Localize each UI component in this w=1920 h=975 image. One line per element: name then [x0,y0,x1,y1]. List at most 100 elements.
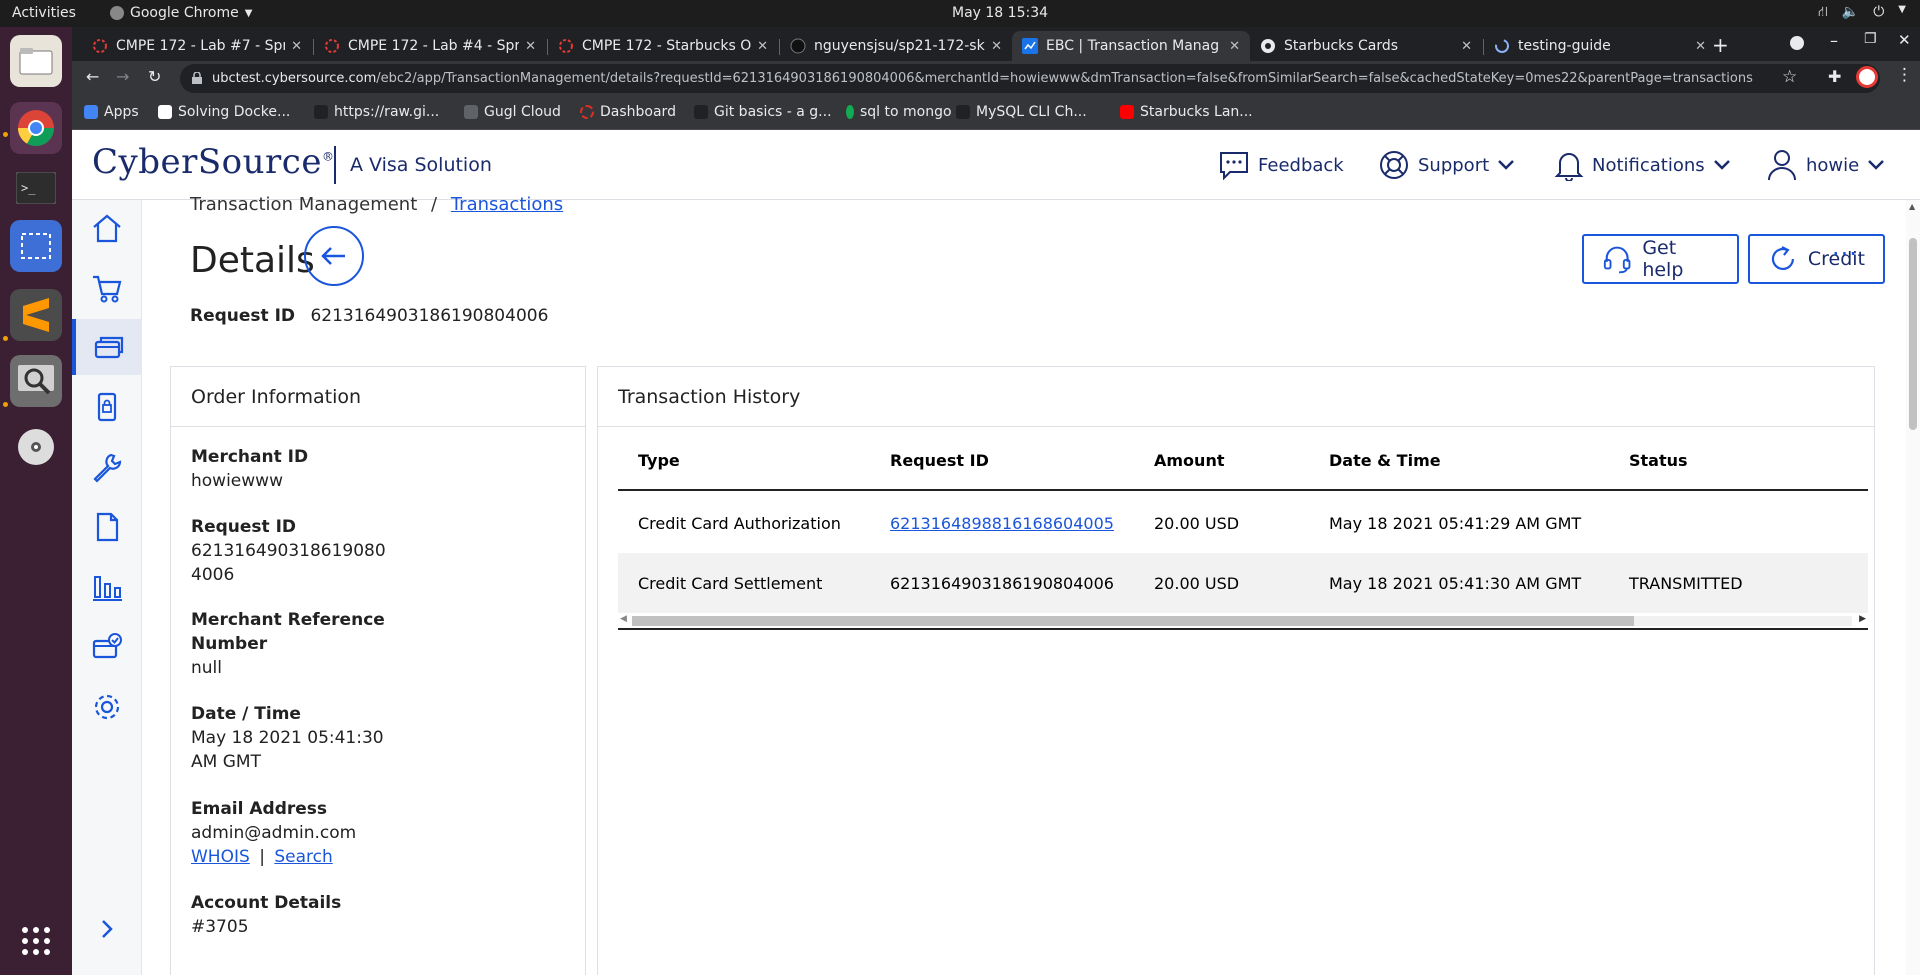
column-header-date-time[interactable]: Date & Time [1329,451,1441,470]
close-tab-icon[interactable]: ✕ [1695,39,1706,54]
tab-lab7[interactable]: CMPE 172 - Lab #7 - Sprin ✕ [82,31,312,61]
field-value: May 18 2021 05:41:30 [191,728,384,748]
bookmark-dashboard[interactable]: Dashboard [580,104,676,120]
cell-date-time: May 18 2021 05:41:30 AM GMT [1329,573,1582,593]
clock[interactable]: May 18 15:34 [952,5,1048,21]
feedback-link[interactable]: Feedback [1218,130,1344,200]
close-tab-icon[interactable]: ✕ [1461,39,1472,54]
tab-starbucks-order[interactable]: CMPE 172 - Starbucks Or ✕ [548,31,778,61]
profile-avatar-icon[interactable] [1856,66,1878,88]
cell-request-id: 6213164903186190804006 [890,573,1114,593]
breadcrumb-transactions-link[interactable]: Transactions [451,194,563,215]
cybersource-logo[interactable]: CyberSource® [92,142,334,182]
scroll-thumb[interactable] [632,616,1634,626]
running-indicator [3,336,8,341]
close-tab-icon[interactable]: ✕ [291,39,302,54]
close-tab-icon[interactable]: ✕ [1229,39,1240,54]
nav-documents[interactable] [72,499,142,555]
back-button[interactable] [304,226,364,286]
scroll-right-icon[interactable]: ▶ [1859,614,1866,624]
column-header-request-id[interactable]: Request ID [890,451,989,470]
tab-ebc-transaction[interactable]: EBC | Transaction Manag ✕ [1012,31,1250,61]
column-header-status[interactable]: Status [1629,451,1688,470]
reload-icon[interactable]: ↻ [148,67,161,86]
activities-button[interactable]: Activities [12,5,76,21]
nav-reports[interactable] [72,559,142,615]
disc-icon[interactable] [10,421,62,473]
nav-payment-security[interactable] [72,379,142,435]
nav-transactions[interactable] [72,319,142,375]
close-window-icon[interactable]: ✕ [1898,31,1911,49]
scroll-left-icon[interactable]: ◀ [620,614,627,624]
bookmark-raw-github[interactable]: https://raw.gi... [314,104,439,120]
forward-arrow-icon[interactable]: → [116,67,129,86]
extensions-icon[interactable]: ✚ [1828,67,1841,86]
new-tab-icon[interactable]: + [1712,33,1729,57]
close-tab-icon[interactable]: ✕ [525,39,536,54]
sublime-text-icon[interactable] [10,289,62,341]
column-header-type[interactable]: Type [638,451,680,470]
search-link[interactable]: Search [274,847,332,867]
files-icon[interactable] [10,35,62,87]
account-details-field: Account Details #3705 [191,891,341,939]
running-indicator [3,402,8,407]
nav-home[interactable] [72,200,142,256]
system-tray[interactable]: ⛙ 🔈 ⏻ ▼ [1818,4,1906,22]
terminal-icon[interactable]: >_ [10,162,62,214]
nav-decision-manager[interactable] [72,619,142,675]
bookmark-mysql-cli[interactable]: MySQL CLI Ch... [956,104,1087,120]
close-tab-icon[interactable]: ✕ [757,39,768,54]
address-bar[interactable]: ubctest.cybersource.com/ebc2/app/Transac… [180,64,1880,93]
notifications-label: Notifications [1592,154,1705,176]
tab-testing-guide[interactable]: testing-guide ✕ [1484,31,1716,61]
app-menu[interactable]: Google Chrome ▼ [110,5,252,21]
horizontal-scrollbar[interactable]: ◀ ▶ [618,612,1868,630]
nav-tools[interactable] [72,439,142,495]
column-header-amount[interactable]: Amount [1154,451,1224,470]
cell-request-id-link[interactable]: 6213164898816168604005 [890,514,1114,533]
tab-github[interactable]: nguyensjsu/sp21-172-sk ✕ [780,31,1012,61]
user-menu[interactable]: howie [1766,130,1885,200]
get-help-button[interactable]: Get help [1582,234,1739,284]
request-id-label: Request ID [190,306,296,326]
power-icon: ⏻ [1873,4,1885,20]
bookmark-gugl-cloud[interactable]: Gugl Cloud [464,104,561,120]
field-value: admin@admin.com [191,823,357,843]
whois-link[interactable]: WHOIS [191,847,250,867]
user-name: howie [1806,154,1860,176]
field-label: Request ID [191,517,297,537]
bookmark-star-icon[interactable]: ☆ [1782,67,1797,87]
credit-button[interactable]: Credit [1748,234,1885,284]
chrome-icon[interactable] [10,102,62,154]
back-arrow-icon[interactable]: ← [86,67,99,86]
screenshot-icon[interactable] [10,220,62,272]
minimize-icon[interactable]: – [1830,31,1838,50]
cell-amount: 20.00 USD [1154,573,1240,593]
chrome-icon [110,6,124,20]
tab-starbucks-cards[interactable]: Starbucks Cards ✕ [1250,31,1482,61]
nav-orders[interactable] [72,260,142,316]
nav-expand[interactable] [72,901,142,957]
vertical-scrollbar[interactable]: ▲ [1906,200,1920,975]
maximize-icon[interactable]: ❐ [1864,31,1877,47]
nav-settings[interactable] [72,679,142,735]
bookmark-solving-docker[interactable]: Solving Docke... [158,104,290,120]
tab-search-icon[interactable] [1790,36,1804,50]
notifications-menu[interactable]: Notifications [1554,130,1731,200]
menu-kebab-icon[interactable]: ⋮ [1896,65,1913,85]
bookmark-sql-to-mongo[interactable]: sql to mongo [846,104,952,120]
more-options-icon[interactable]: ··· [1832,240,1858,268]
close-tab-icon[interactable]: ✕ [991,39,1002,54]
bookmark-starbucks-lan[interactable]: Starbucks Lan... [1120,104,1253,120]
bookmark-apps[interactable]: Apps [84,104,139,120]
image-viewer-icon[interactable] [10,355,62,407]
tab-lab4[interactable]: CMPE 172 - Lab #4 - Sprin ✕ [314,31,546,61]
cell-status: TRANSMITTED [1629,573,1743,593]
scroll-up-icon[interactable]: ▲ [1909,202,1915,211]
support-menu[interactable]: Support [1378,130,1515,200]
scroll-thumb[interactable] [1909,238,1917,430]
apps-grid-icon [84,105,98,119]
show-applications-icon[interactable] [10,915,62,967]
bookmark-git-basics[interactable]: Git basics - a g... [694,104,832,120]
field-value: 621316490318619080 [191,541,386,561]
